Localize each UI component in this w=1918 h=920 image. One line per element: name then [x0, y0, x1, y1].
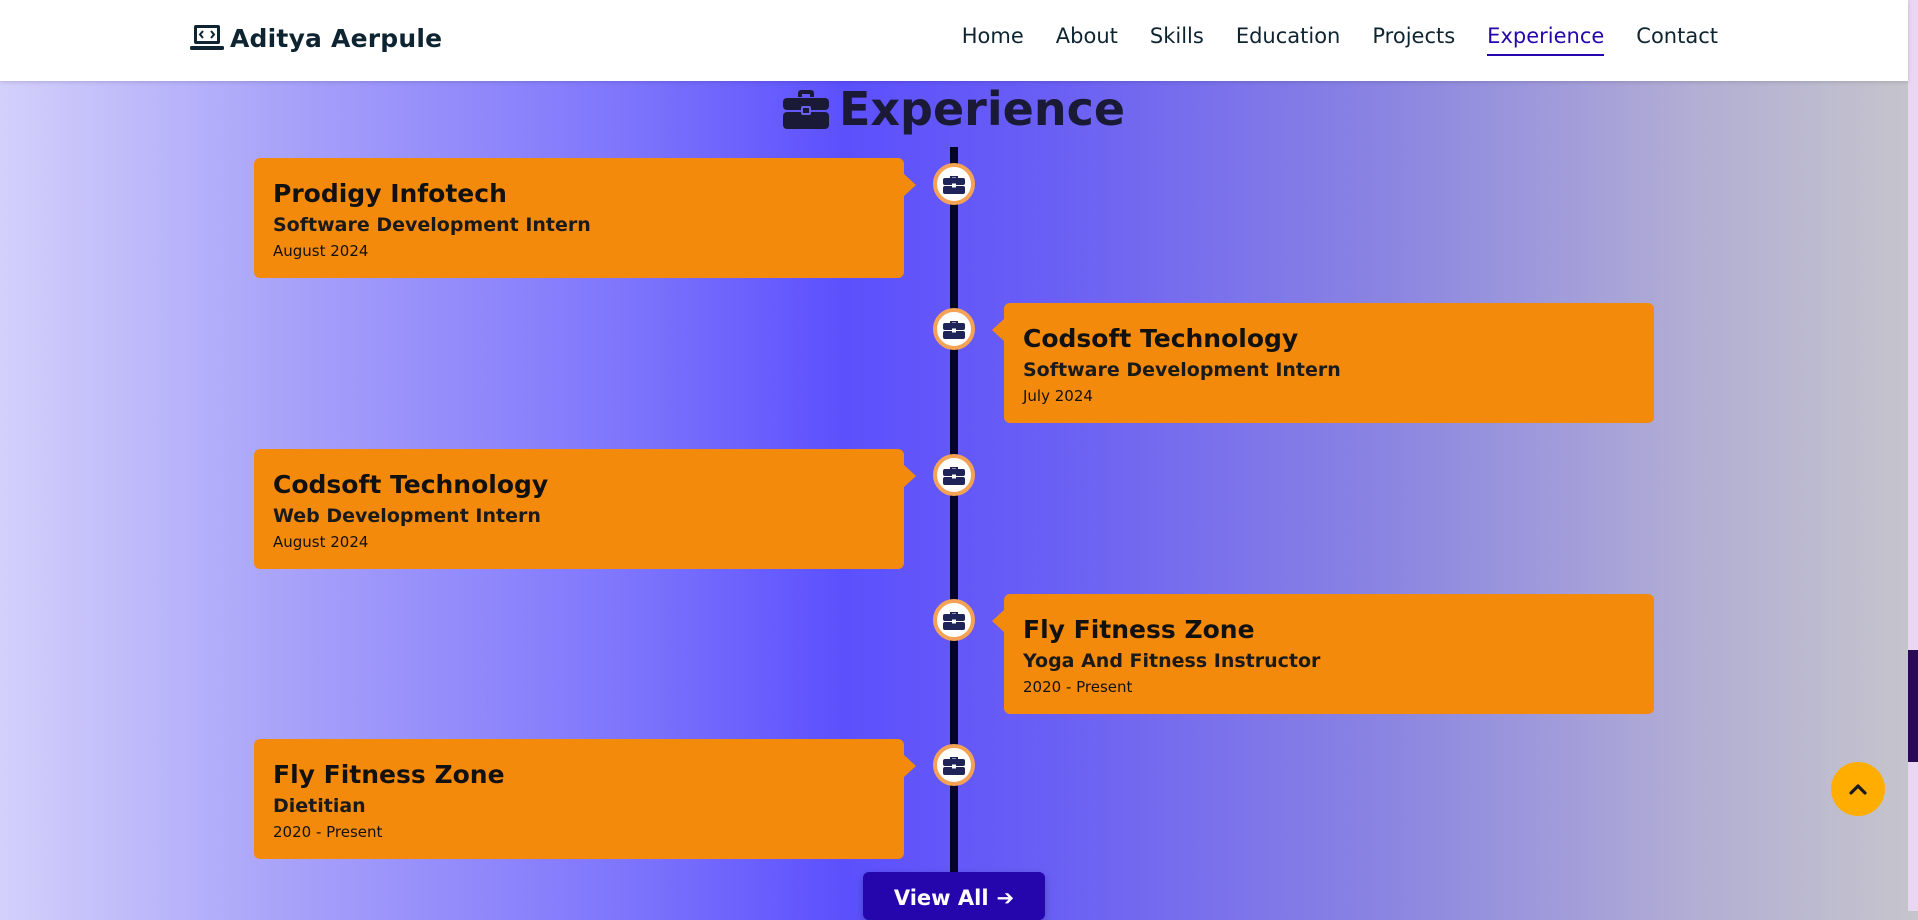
chevron-up-icon: [1849, 784, 1867, 795]
timeline-node: [933, 744, 975, 786]
job-role: Web Development Intern: [273, 505, 541, 527]
nav-home[interactable]: Home: [962, 24, 1024, 56]
experience-card: Codsoft Technology Web Development Inter…: [254, 449, 916, 569]
briefcase-icon: [782, 90, 829, 129]
timeline-node: [933, 163, 975, 205]
site-header: Aditya Aerpule Home About Skills Educati…: [0, 0, 1908, 81]
company-name: Codsoft Technology: [1023, 324, 1299, 353]
job-role: Software Development Intern: [273, 214, 591, 236]
job-role: Dietitian: [273, 795, 366, 817]
job-date: August 2024: [273, 242, 369, 260]
briefcase-icon: [943, 612, 965, 630]
nav-education[interactable]: Education: [1236, 24, 1341, 56]
experience-card: Fly Fitness Zone Dietitian 2020 - Presen…: [254, 739, 916, 859]
timeline-node: [933, 308, 975, 350]
nav-skills[interactable]: Skills: [1150, 24, 1204, 56]
briefcase-icon: [943, 176, 965, 194]
main-nav: Home About Skills Education Projects Exp…: [930, 24, 1718, 56]
view-all-label: View All: [893, 886, 989, 910]
experience-card: Codsoft Technology Software Development …: [992, 303, 1654, 423]
job-role: Yoga And Fitness Instructor: [1023, 650, 1321, 672]
briefcase-icon: [943, 467, 965, 485]
arrow-right-icon: ➔: [996, 886, 1015, 910]
nav-projects[interactable]: Projects: [1372, 24, 1455, 56]
section-title: Experience: [0, 82, 1908, 136]
page-scrollbar-track[interactable]: [1908, 0, 1918, 911]
briefcase-icon: [943, 321, 965, 339]
section-title-text: Experience: [838, 82, 1126, 136]
scroll-to-top-button[interactable]: [1831, 762, 1885, 816]
nav-about[interactable]: About: [1056, 24, 1118, 56]
laptop-code-icon: [190, 25, 224, 50]
briefcase-icon: [943, 757, 965, 775]
company-name: Fly Fitness Zone: [273, 760, 505, 789]
timeline-node: [933, 599, 975, 641]
company-name: Codsoft Technology: [273, 470, 549, 499]
company-name: Prodigy Infotech: [273, 179, 507, 208]
timeline-node: [933, 454, 975, 496]
brand-name: Aditya Aerpule: [230, 23, 443, 53]
company-name: Fly Fitness Zone: [1023, 615, 1255, 644]
nav-contact[interactable]: Contact: [1636, 24, 1718, 56]
nav-experience[interactable]: Experience: [1487, 24, 1605, 56]
job-date: 2020 - Present: [1023, 678, 1133, 696]
brand-logo[interactable]: Aditya Aerpule: [190, 22, 442, 54]
experience-card: Prodigy Infotech Software Development In…: [254, 158, 916, 278]
job-date: 2020 - Present: [273, 823, 383, 841]
job-role: Software Development Intern: [1023, 359, 1341, 381]
job-date: July 2024: [1023, 387, 1093, 405]
page-scrollbar-thumb[interactable]: [1908, 650, 1918, 762]
experience-card: Fly Fitness Zone Yoga And Fitness Instru…: [992, 594, 1654, 714]
view-all-button[interactable]: View All ➔: [863, 872, 1045, 920]
job-date: August 2024: [273, 533, 369, 551]
